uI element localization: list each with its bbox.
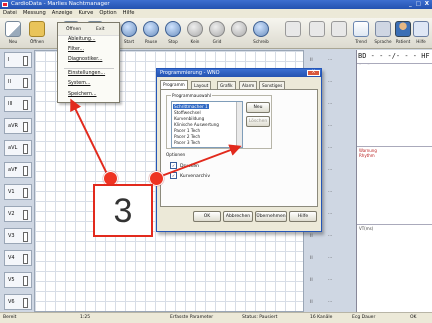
arrow-to-menu-item bbox=[70, 98, 110, 179]
annotation-arrows bbox=[70, 98, 242, 179]
arrow-to-dialog bbox=[155, 144, 242, 179]
step-callout: 3 bbox=[93, 184, 153, 237]
